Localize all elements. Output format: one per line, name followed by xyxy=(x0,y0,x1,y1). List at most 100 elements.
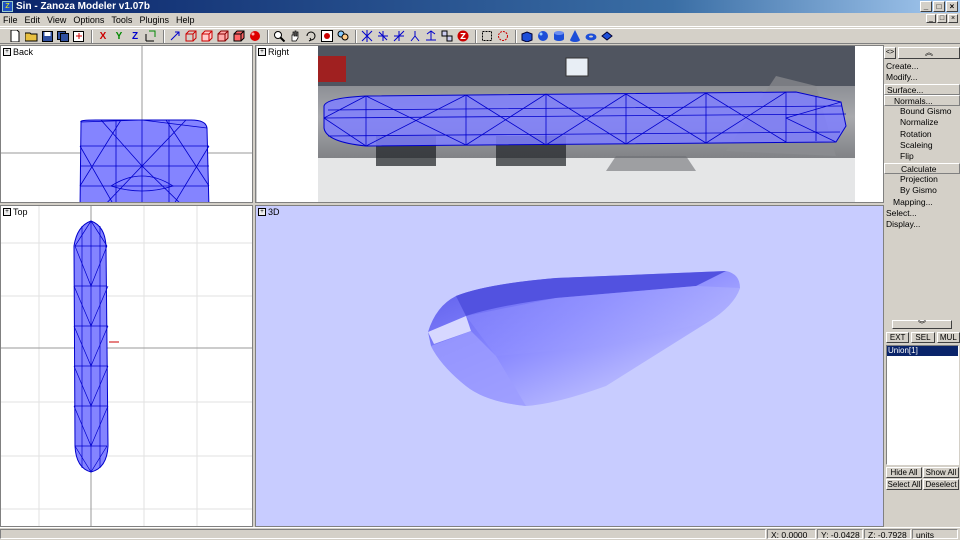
select-circle-icon[interactable] xyxy=(496,29,510,43)
scroll-down-button[interactable]: ︾ xyxy=(892,320,952,329)
scroll-up-button[interactable]: ︽ xyxy=(898,47,960,59)
open-folder-icon[interactable] xyxy=(24,29,38,43)
visibility-buttons: Hide All Show All Select All Deselect xyxy=(886,467,959,490)
hide-all-button[interactable]: Hide All xyxy=(886,467,922,478)
link-icon[interactable] xyxy=(168,29,182,43)
panel-menu-item[interactable]: Create... xyxy=(884,61,960,72)
panel-menu-item[interactable]: Flip xyxy=(884,151,960,162)
main-toolbar: X Y Z Z xyxy=(0,28,960,44)
select-rect-icon[interactable] xyxy=(480,29,494,43)
viewport-top-label: Top xyxy=(13,207,28,217)
toolbar-separator xyxy=(163,29,165,43)
list-item[interactable]: Union[1] xyxy=(887,346,958,356)
axis-plane-icon[interactable] xyxy=(144,29,158,43)
render-sphere-icon[interactable] xyxy=(248,29,262,43)
panel-menu-item[interactable]: Surface... xyxy=(884,83,960,95)
save-as-icon[interactable] xyxy=(56,29,70,43)
axis-z-button[interactable]: Z xyxy=(128,29,142,43)
viewport-top[interactable]: + Top xyxy=(0,205,253,527)
viewport-back[interactable]: + Back xyxy=(0,45,253,203)
create-sphere-icon[interactable] xyxy=(536,29,550,43)
panel-menu-item[interactable]: Select... xyxy=(884,208,960,219)
cube-solid-icon[interactable] xyxy=(200,29,214,43)
panel-divider: ︾ xyxy=(884,320,960,330)
title-bar: Z Sin - Zanoza Modeler v1.07b _ □ × xyxy=(0,0,960,13)
mdi-restore-button[interactable]: □ xyxy=(937,14,947,23)
align-icon[interactable] xyxy=(424,29,438,43)
tab-ext[interactable]: EXT xyxy=(886,332,910,343)
panel-menu-item[interactable]: Normals... xyxy=(884,94,960,107)
menu-tools[interactable]: Tools xyxy=(111,15,137,25)
viewport-menu-icon[interactable]: + xyxy=(258,208,266,216)
cube-smooth-icon[interactable] xyxy=(216,29,230,43)
rotate-view-icon[interactable] xyxy=(304,29,318,43)
select-element-icon[interactable] xyxy=(440,29,454,43)
move-icon[interactable] xyxy=(360,29,374,43)
new-file-icon[interactable] xyxy=(8,29,22,43)
minimize-button[interactable]: _ xyxy=(920,1,932,12)
zoom-extents-icon[interactable] xyxy=(320,29,334,43)
toolbar-separator xyxy=(355,29,357,43)
panel-menu-item[interactable]: Modify... xyxy=(884,72,960,83)
back-view-canvas xyxy=(1,46,252,202)
zanoza-z-icon[interactable]: Z xyxy=(456,29,470,43)
menu-plugins[interactable]: Plugins xyxy=(139,15,174,25)
deselect-button[interactable]: Deselect xyxy=(923,479,959,490)
mdi-close-button[interactable]: × xyxy=(948,14,958,23)
menu-help[interactable]: Help xyxy=(176,15,200,25)
panel-menu-item[interactable]: Scaleing xyxy=(884,140,960,151)
menu-edit[interactable]: Edit xyxy=(25,15,46,25)
tab-mul[interactable]: MUL xyxy=(936,332,960,343)
create-torus-icon[interactable] xyxy=(584,29,598,43)
panel-menu-item[interactable]: Normalize xyxy=(884,117,960,128)
panel-menu-item[interactable]: Mapping... xyxy=(884,197,960,208)
viewport-right[interactable]: + Right xyxy=(255,45,884,203)
mirror-icon[interactable] xyxy=(408,29,422,43)
viewport-3d[interactable]: + 3D xyxy=(255,205,884,527)
scale-icon[interactable] xyxy=(392,29,406,43)
menu-file[interactable]: File xyxy=(3,15,23,25)
axis-y-button[interactable]: Y xyxy=(112,29,126,43)
viewport-menu-icon[interactable]: + xyxy=(3,208,11,216)
maximize-button[interactable]: □ xyxy=(933,1,945,12)
cube-wire-icon[interactable] xyxy=(184,29,198,43)
axis-x-button[interactable]: X xyxy=(96,29,110,43)
viewport-top-header: + Top xyxy=(3,207,28,217)
show-all-button[interactable]: Show All xyxy=(923,467,959,478)
close-button[interactable]: × xyxy=(946,1,958,12)
import-icon[interactable] xyxy=(72,29,86,43)
menu-view[interactable]: View xyxy=(47,15,71,25)
panel-toggle-button[interactable]: <> xyxy=(884,47,896,59)
create-cone-icon[interactable] xyxy=(568,29,582,43)
panel-menu-item[interactable]: Bound Gismo xyxy=(884,106,960,117)
command-menu: Create... Modify... Surface... Normals... Bo… xyxy=(884,61,960,230)
cube-textured-icon[interactable] xyxy=(232,29,246,43)
tab-sel[interactable]: SEL xyxy=(911,332,935,343)
command-panel: <> ︽ Create... Modify... Surface... Normals… xyxy=(884,45,960,527)
panel-menu-item[interactable]: By Gismo xyxy=(884,185,960,196)
rotate-icon[interactable] xyxy=(376,29,390,43)
zoom-icon[interactable] xyxy=(272,29,286,43)
viewport-right-header: + Right xyxy=(258,47,289,57)
pan-hand-icon[interactable] xyxy=(288,29,302,43)
save-icon[interactable] xyxy=(40,29,54,43)
panel-menu-item[interactable]: Display... xyxy=(884,219,960,230)
toolbar-separator xyxy=(91,29,93,43)
viewport-menu-icon[interactable]: + xyxy=(258,48,266,56)
create-box-icon[interactable] xyxy=(520,29,534,43)
select-all-button[interactable]: Select All xyxy=(886,479,922,490)
zoom-all-icon[interactable] xyxy=(336,29,350,43)
units-label: units xyxy=(912,529,958,540)
panel-menu-item[interactable]: Calculate xyxy=(884,162,960,174)
viewport-right-label: Right xyxy=(268,47,290,57)
object-list[interactable]: Union[1] xyxy=(886,345,959,465)
create-cylinder-icon[interactable] xyxy=(552,29,566,43)
create-plane-icon[interactable] xyxy=(600,29,614,43)
coord-x: X: 0.0000 xyxy=(767,529,816,540)
viewport-menu-icon[interactable]: + xyxy=(3,48,11,56)
mdi-minimize-button[interactable]: _ xyxy=(926,14,936,23)
panel-menu-item[interactable]: Rotation xyxy=(884,129,960,140)
menu-options[interactable]: Options xyxy=(73,15,109,25)
panel-menu-item[interactable]: Projection xyxy=(884,174,960,185)
svg-text:Z: Z xyxy=(460,32,466,41)
